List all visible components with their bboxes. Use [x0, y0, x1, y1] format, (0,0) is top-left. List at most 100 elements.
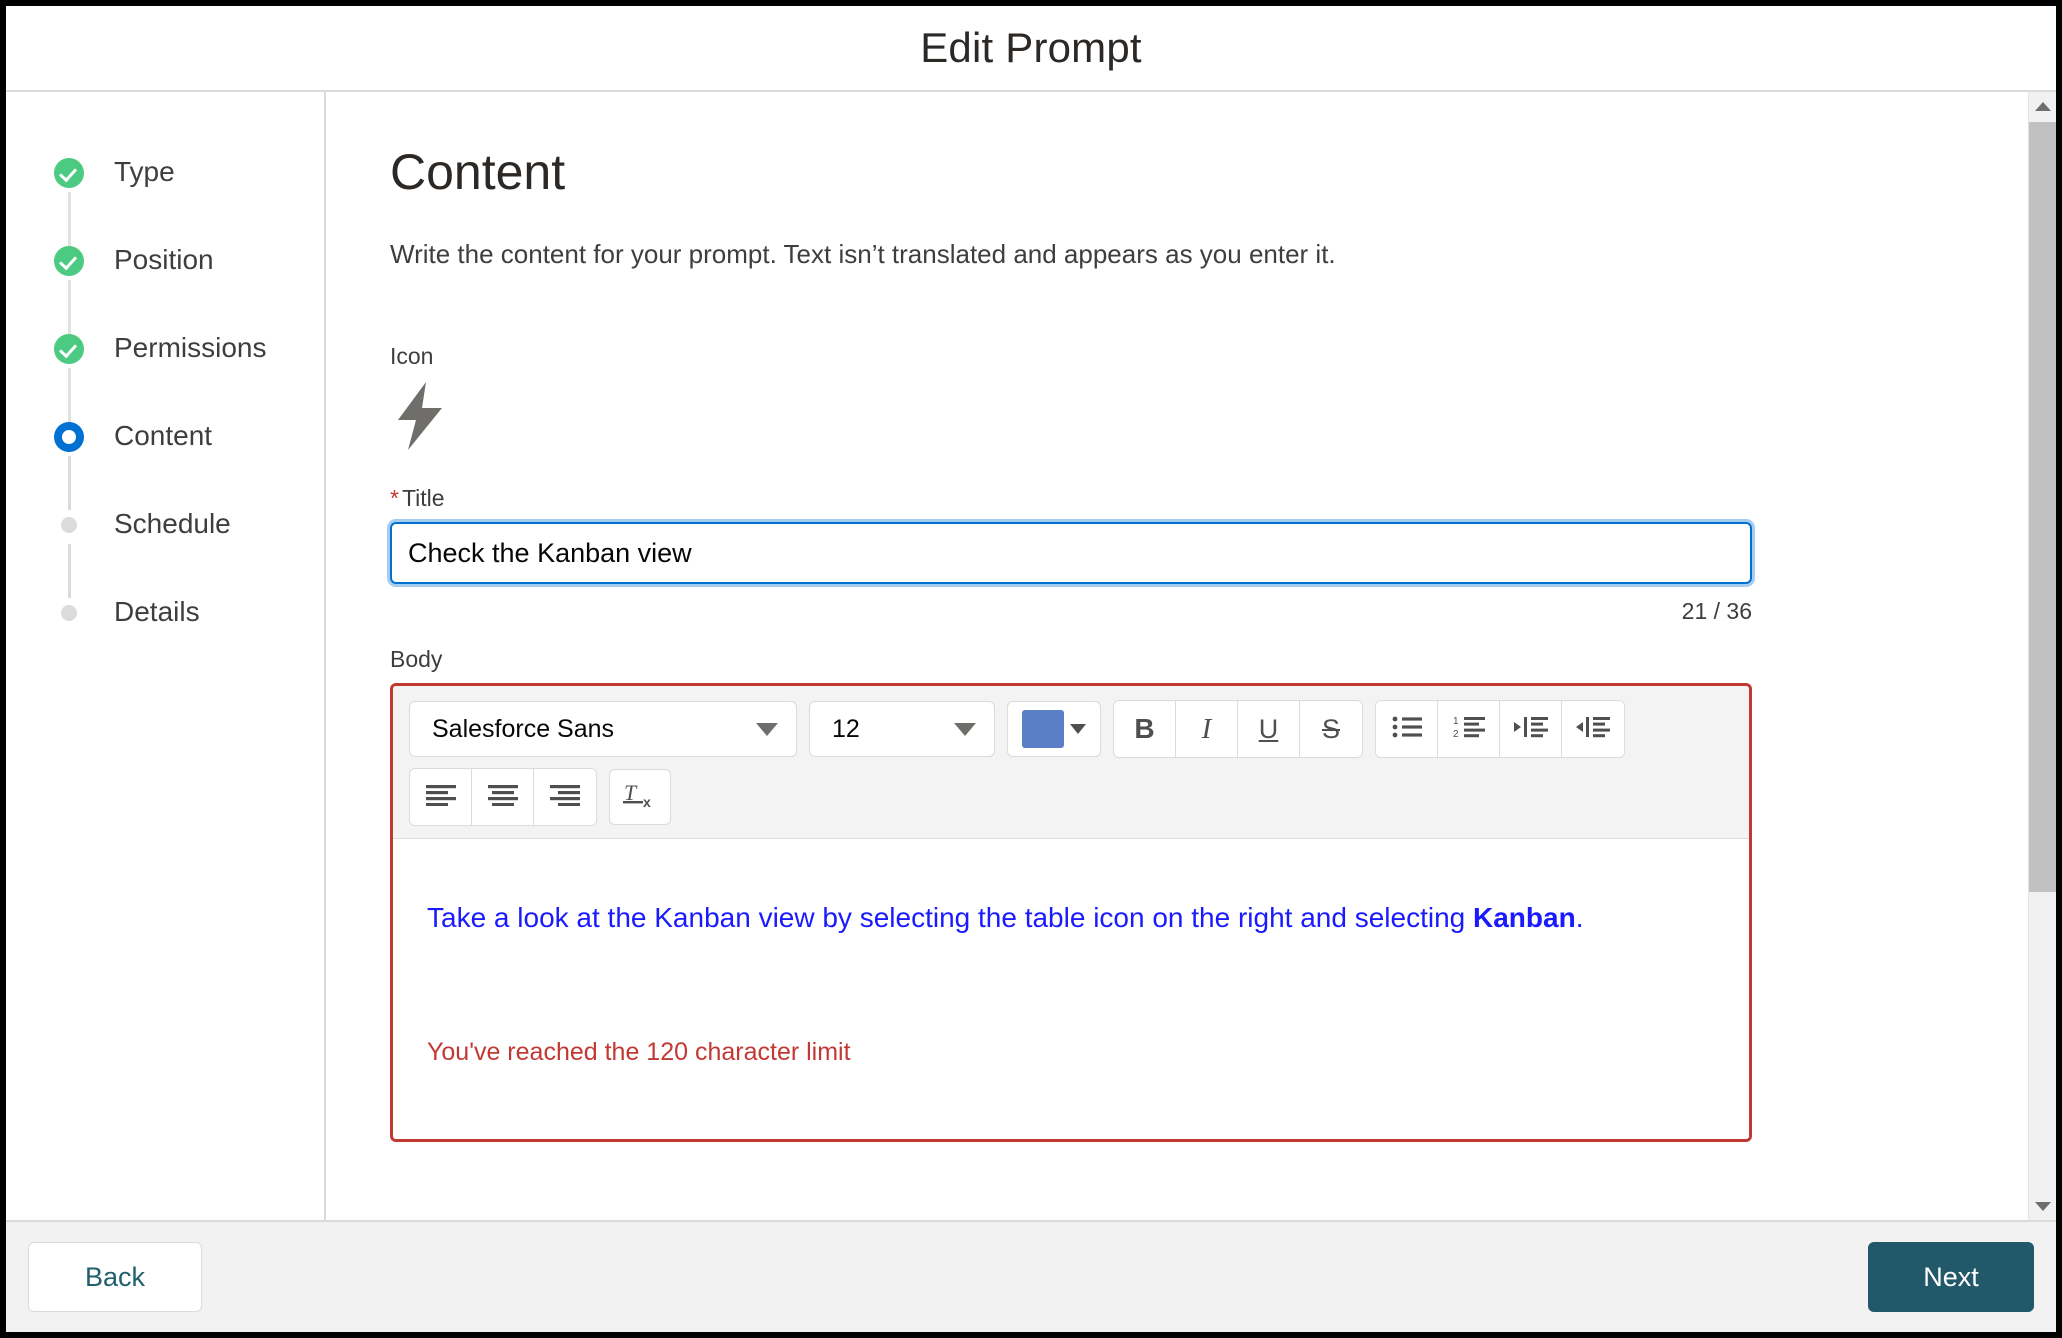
rte-content-area[interactable]: Take a look at the Kanban view by select… [393, 839, 1749, 1139]
sidebar-item-permissions[interactable]: Permissions [6, 332, 324, 422]
content-pane: Content Write the content for your promp… [326, 92, 2056, 1220]
italic-button[interactable]: I [1176, 701, 1238, 757]
screenshot-root: Edit Prompt Type Position Permissions Co… [0, 0, 2062, 1338]
bold-button[interactable]: B [1114, 701, 1176, 757]
sidebar-item-label: Position [114, 244, 214, 275]
text-color-picker[interactable] [1007, 701, 1101, 757]
align-right-icon [550, 784, 580, 811]
step-marker-position [54, 246, 84, 334]
svg-text:x: x [643, 794, 651, 810]
section-description: Write the content for your prompt. Text … [390, 239, 1336, 269]
rte-body-text: Take a look at the Kanban view by select… [427, 899, 1715, 937]
sidebar-item-schedule[interactable]: Schedule [6, 508, 324, 598]
current-step-icon [54, 422, 84, 452]
lightning-bolt-icon[interactable] [390, 382, 450, 450]
chevron-down-icon [756, 722, 778, 736]
title-char-counter: 21 / 36 [1681, 598, 1752, 624]
chevron-down-icon [2035, 1201, 2051, 1211]
italic-icon: I [1201, 712, 1212, 745]
step-marker-details [54, 598, 84, 628]
pending-step-icon [61, 517, 77, 533]
align-left-icon [425, 784, 456, 811]
svg-text:2: 2 [1453, 729, 1459, 739]
sidebar-item-label: Details [114, 596, 200, 627]
step-marker-schedule [54, 510, 84, 598]
check-circle-icon [54, 158, 84, 188]
strikethrough-button[interactable]: S [1300, 701, 1362, 757]
outdent-button[interactable] [1562, 701, 1624, 757]
align-center-button[interactable] [472, 769, 534, 825]
alignment-group [409, 768, 597, 826]
icon-field: Icon [390, 342, 2016, 450]
sidebar-item-position[interactable]: Position [6, 244, 324, 334]
rte-body-text-bold: Kanban [1473, 902, 1576, 933]
indent-right-icon [1513, 715, 1548, 744]
chevron-down-icon [954, 722, 976, 736]
numbered-list-icon: 1 2 [1453, 715, 1485, 744]
remove-format-icon: T x [623, 780, 657, 815]
step-marker-permissions [54, 334, 84, 422]
step-marker-type [54, 158, 84, 246]
align-left-button[interactable] [410, 769, 472, 825]
back-button[interactable]: Back [28, 1242, 202, 1312]
sidebar-item-label: Content [114, 420, 213, 451]
section-title: Content [390, 144, 566, 200]
vertical-scrollbar[interactable] [2028, 92, 2056, 1220]
font-family-select[interactable]: Salesforce Sans [409, 701, 797, 757]
edit-prompt-modal: Edit Prompt Type Position Permissions Co… [6, 6, 2056, 1332]
font-size-select[interactable]: 12 [809, 701, 995, 757]
rte-toolbar: Salesforce Sans 12 B I U S 1 2 T x [393, 686, 1749, 839]
rte-toolbar-row-1: Salesforce Sans 12 B I U S 1 2 [409, 700, 1733, 758]
step-connector [68, 192, 71, 246]
title-label-text: Title [401, 485, 445, 511]
next-button[interactable]: Next [1868, 1242, 2034, 1312]
rte-body-text-suffix: . [1575, 902, 1584, 933]
modal-body: Type Position Permissions Content Schedu… [6, 92, 2056, 1220]
indent-button[interactable] [1500, 701, 1562, 757]
step-connector [68, 280, 71, 334]
sidebar-item-label: Type [114, 156, 175, 187]
step-navigation: Type Position Permissions Content Schedu… [6, 92, 326, 1220]
rich-text-editor: Salesforce Sans 12 B I U S 1 2 T x Take … [390, 683, 1752, 1142]
scroll-down-button[interactable] [2029, 1192, 2056, 1220]
strikethrough-icon: S [1321, 713, 1340, 744]
numbered-list-button[interactable]: 1 2 [1438, 701, 1500, 757]
underline-icon: U [1258, 713, 1279, 744]
check-circle-icon [54, 246, 84, 276]
pending-step-icon [61, 605, 77, 621]
svg-text:1: 1 [1453, 716, 1459, 727]
page-title: Edit Prompt [920, 24, 1142, 71]
color-swatch-icon [1022, 710, 1064, 748]
scroll-up-button[interactable] [2029, 92, 2056, 120]
step-marker-content [54, 422, 84, 510]
chevron-down-icon [1070, 724, 1086, 734]
scrollbar-thumb[interactable] [2029, 122, 2056, 892]
text-style-group: B I U S [1113, 700, 1363, 758]
align-right-button[interactable] [534, 769, 596, 825]
list-indent-group: 1 2 [1375, 700, 1625, 758]
font-family-value: Salesforce Sans [432, 714, 615, 743]
step-connector [68, 368, 71, 422]
icon-field-label: Icon [390, 343, 434, 369]
required-indicator: * [390, 485, 399, 511]
bulleted-list-button[interactable] [1376, 701, 1438, 757]
align-center-icon [487, 784, 518, 811]
bold-icon: B [1134, 713, 1155, 744]
underline-button[interactable]: U [1238, 701, 1300, 757]
indent-left-icon [1576, 715, 1610, 744]
sidebar-item-details[interactable]: Details [6, 596, 324, 684]
title-field: * Title [387, 484, 2016, 587]
sidebar-item-label: Schedule [114, 508, 231, 539]
remove-formatting-button[interactable]: T x [609, 769, 671, 825]
check-circle-icon [54, 334, 84, 364]
modal-footer: Back Next [6, 1220, 2056, 1332]
sidebar-item-type[interactable]: Type [6, 156, 324, 246]
chevron-up-icon [2035, 101, 2051, 111]
title-input[interactable] [387, 519, 1755, 587]
character-limit-error: You've reached the 120 character limit [427, 1038, 851, 1066]
step-connector [68, 544, 71, 598]
rte-body-text-prefix: Take a look at the Kanban view by select… [427, 902, 1474, 933]
sidebar-item-label: Permissions [114, 332, 267, 363]
content-inner: Content Write the content for your promp… [326, 144, 2056, 1142]
sidebar-item-content[interactable]: Content [6, 420, 324, 510]
